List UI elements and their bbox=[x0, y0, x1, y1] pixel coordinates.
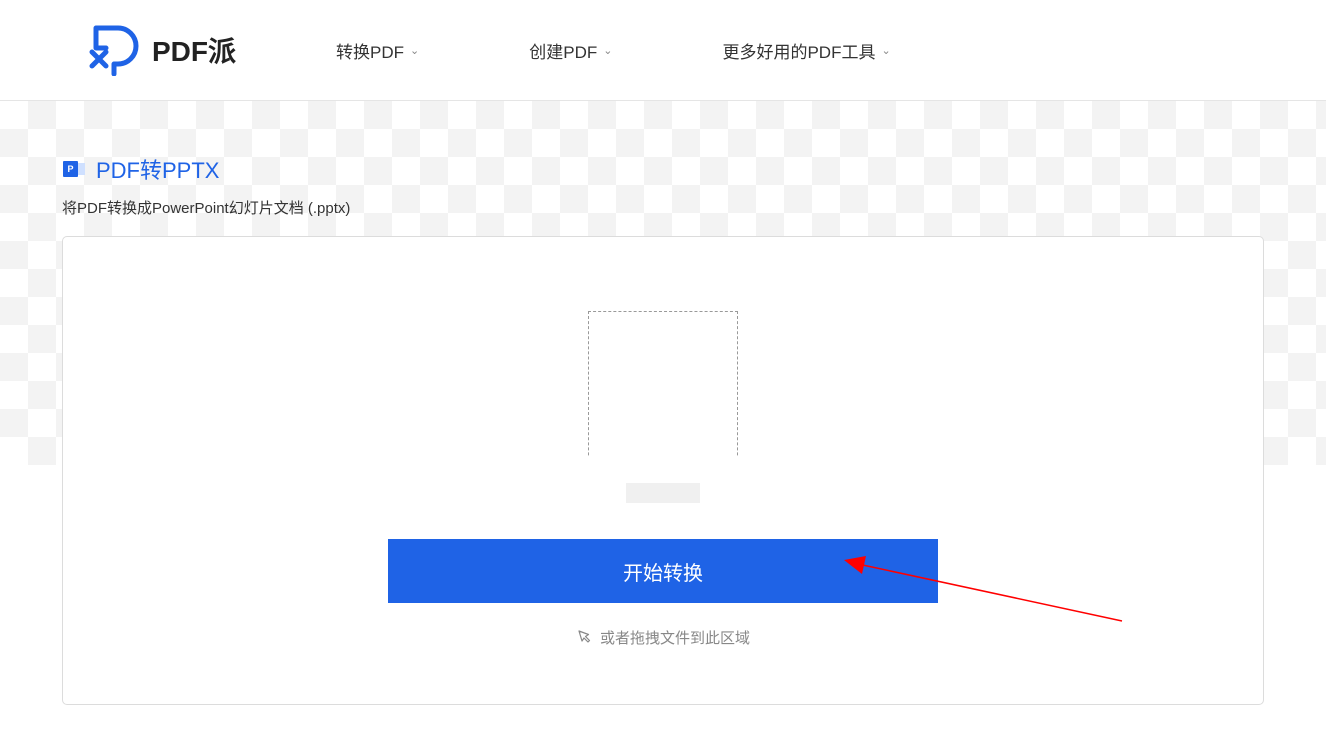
start-convert-button[interactable]: 开始转换 bbox=[388, 539, 938, 603]
nav-label: 转换PDF bbox=[336, 38, 404, 63]
upload-card: 开始转换 或者拖拽文件到此区域 bbox=[62, 236, 1264, 705]
page-subtitle: 将PDF转换成PowerPoint幻灯片文档 (.pptx) bbox=[62, 197, 1326, 218]
nav: 转换PDF ⌄ 创建PDF ⌄ 更多好用的PDF工具 ⌄ bbox=[336, 38, 891, 63]
page-title: PDF转PPTX bbox=[96, 153, 219, 185]
pptx-file-icon: P bbox=[62, 157, 86, 181]
svg-text:P: P bbox=[67, 164, 73, 174]
brand-name: PDF派 bbox=[152, 30, 236, 70]
nav-item-convert[interactable]: 转换PDF ⌄ bbox=[336, 38, 419, 63]
title-block: P PDF转PPTX 将PDF转换成PowerPoint幻灯片文档 (.pptx… bbox=[0, 101, 1326, 218]
title-row: P PDF转PPTX bbox=[62, 153, 1326, 185]
nav-label: 更多好用的PDF工具 bbox=[722, 38, 875, 63]
brand-logo-icon bbox=[88, 24, 140, 76]
convert-button-label: 开始转换 bbox=[623, 557, 703, 586]
chevron-down-icon: ⌄ bbox=[410, 44, 419, 57]
logo[interactable]: PDF派 bbox=[88, 24, 236, 76]
preview-filename-placeholder bbox=[626, 483, 700, 503]
nav-label: 创建PDF bbox=[529, 38, 597, 63]
nav-item-create[interactable]: 创建PDF ⌄ bbox=[529, 38, 612, 63]
chevron-down-icon: ⌄ bbox=[603, 44, 612, 57]
nav-item-more-tools[interactable]: 更多好用的PDF工具 ⌄ bbox=[722, 38, 890, 63]
header: PDF派 转换PDF ⌄ 创建PDF ⌄ 更多好用的PDF工具 ⌄ bbox=[0, 0, 1326, 101]
chevron-down-icon: ⌄ bbox=[881, 44, 890, 57]
cursor-pointer-icon bbox=[576, 630, 592, 646]
file-preview[interactable] bbox=[583, 311, 743, 511]
drag-hint-text: 或者拖拽文件到此区域 bbox=[600, 627, 750, 648]
drag-hint: 或者拖拽文件到此区域 bbox=[576, 627, 750, 648]
